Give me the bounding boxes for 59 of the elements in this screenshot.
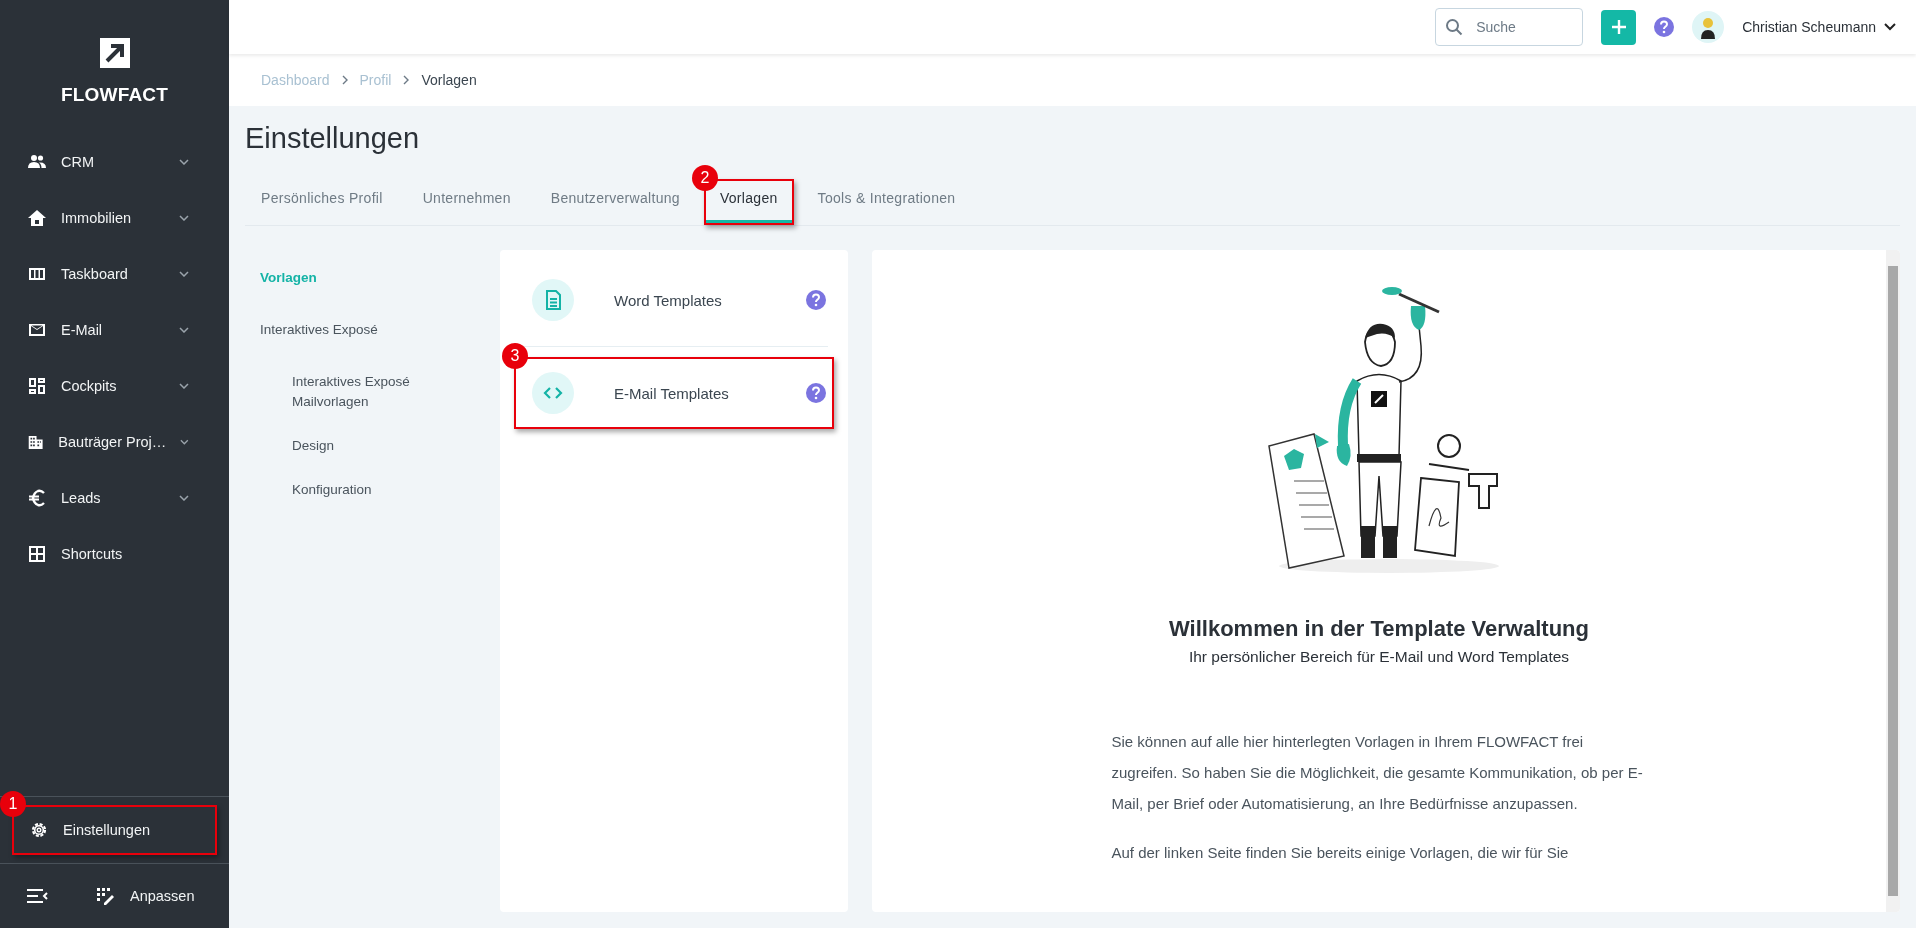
logo-text: FLOWFACT (60, 84, 169, 106)
help-icon[interactable] (806, 290, 826, 310)
logo-icon (99, 38, 130, 68)
nav-item[interactable]: Immobilien (0, 190, 229, 246)
chevron-right-icon (403, 75, 410, 85)
breadcrumb-current: Vorlagen (421, 72, 477, 88)
help-icon[interactable] (1654, 17, 1675, 37)
search-icon (1445, 18, 1464, 36)
chevron-icon (179, 495, 189, 501)
customize-icon (96, 887, 114, 905)
nav-item[interactable]: E-Mail (0, 302, 229, 358)
chevron-icon (179, 383, 189, 389)
grid-icon (27, 544, 47, 564)
chevron-icon (179, 327, 189, 333)
search-field[interactable]: Suche (1435, 8, 1584, 46)
collapse-menu-icon[interactable] (26, 888, 48, 904)
nav-item[interactable]: Taskboard (0, 246, 229, 302)
subnav-item[interactable]: Interaktives Exposé (260, 316, 476, 344)
dashboard-icon (27, 376, 47, 396)
scrollbar[interactable] (1886, 250, 1900, 912)
chevron-icon (1884, 23, 1896, 31)
page-title: Einstellungen (245, 122, 421, 155)
plus-icon (1610, 19, 1627, 35)
welcome-paragraph: Sie können auf alle hier hinterlegten Vorlagen in Ihrem FLOWFACT frei zugreifen. So haben Sie die Möglichkeit, die gesamte Kommunikation, ob per E-Mail, per Brief oder Automatisierung, an Ihre Bedürfnisse anzupassen. (1111, 732, 1644, 814)
customize-button[interactable]: Anpassen (96, 887, 195, 905)
chevron-icon (179, 159, 189, 165)
house-icon (27, 208, 47, 228)
add-button[interactable] (1601, 9, 1637, 45)
chevron-right-icon (341, 75, 348, 85)
tab[interactable]: Unternehmen (408, 181, 525, 223)
euro-icon (27, 488, 47, 508)
chevron-icon (180, 439, 189, 445)
document-icon[interactable] (532, 279, 574, 321)
welcome-subtitle: Ihr persönlicher Bereich für E-Mail und Word Templates (1188, 648, 1570, 666)
chevron-icon (179, 215, 189, 221)
nav-item[interactable]: Cockpits (0, 358, 229, 414)
callout-badge: 1 (0, 791, 26, 817)
tab[interactable]: Persönliches Profil (247, 181, 397, 223)
avatar-icon[interactable] (1692, 11, 1725, 43)
callout-badge: 2 (691, 165, 718, 191)
subnav-item[interactable]: Design (260, 432, 412, 460)
welcome-title: Willkommen in der Template Verwaltung (1169, 616, 1589, 642)
template-link[interactable]: E-Mail Templates (614, 384, 766, 402)
nav-item[interactable]: Leads (0, 470, 229, 526)
chevron-icon (179, 271, 189, 277)
subnav-item[interactable]: Konfiguration (260, 476, 412, 504)
callout-badge: 3 (502, 343, 528, 369)
tab[interactable]: Benutzerverwaltung (536, 181, 694, 223)
template-link[interactable]: Word Templates (614, 291, 766, 309)
settings-icon (29, 820, 49, 840)
tab[interactable]: Tools & Integrationen (803, 181, 970, 223)
help-icon[interactable] (806, 383, 826, 403)
code-icon[interactable] (532, 372, 574, 414)
welcome-paragraph: Auf der linken Seite finden Sie bereits einige Vorlagen, die wir für Sie (1111, 843, 1570, 863)
subnav-item[interactable]: Interaktives Exposé Mailvorlagen (260, 368, 412, 416)
nav-item[interactable]: CRM (0, 134, 229, 190)
nav-item[interactable]: Bauträger Proj… (0, 414, 229, 470)
user-menu[interactable]: Christian Scheumann (1742, 19, 1896, 35)
nav-item[interactable]: Shortcuts (0, 526, 229, 582)
